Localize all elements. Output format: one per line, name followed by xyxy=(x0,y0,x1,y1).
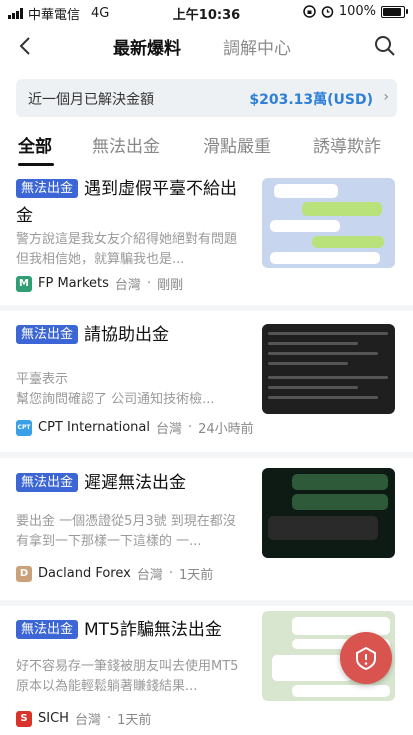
broker-logo-icon: CPT xyxy=(16,419,32,436)
card-divider xyxy=(0,600,413,606)
post-thumbnail[interactable] xyxy=(262,324,395,414)
battery-icon xyxy=(381,5,408,18)
search-icon[interactable] xyxy=(373,34,397,58)
post-description: 好不容易存一筆錢被朋友叫去使用MT5原本以為能輕鬆躺著賺錢結果... xyxy=(16,659,239,694)
post-title: 無法出金 請協助出金 xyxy=(16,322,248,349)
tab-mediation-center[interactable]: 調解中心 xyxy=(223,34,291,59)
nav-bar: 最新爆料 調解中心 xyxy=(0,28,413,64)
resolved-amount-banner[interactable]: 近一個月已解決金額 $203.13萬(USD) › xyxy=(16,79,397,117)
category-tabs: 全部 無法出金 滑點嚴重 誘導欺詐 xyxy=(0,126,413,166)
post-description: 平臺表示 幫您詢問確認了 公司通知技術檢... xyxy=(16,372,215,407)
post-tag: 無法出金 xyxy=(16,620,79,639)
card-divider xyxy=(0,305,413,311)
report-float-button[interactable] xyxy=(340,632,392,684)
status-bar: 中華電信 4G 上午10:36 100% xyxy=(0,0,413,24)
tab-cannot-withdraw[interactable]: 無法出金 xyxy=(92,132,160,157)
active-tab-indicator xyxy=(18,163,54,166)
resolved-amount-value: $203.13萬(USD) xyxy=(249,92,373,108)
post-card[interactable]: 無法出金 遲遲無法出金 要出金 一個憑證從5月3號 到現在都沒有拿到一下那樣一下這… xyxy=(0,468,413,595)
post-broker[interactable]: D Dacland Forex 台灣 · 1天前 xyxy=(16,564,213,583)
post-title: 無法出金 遲遲無法出金 xyxy=(16,470,248,497)
alarm-icon xyxy=(321,6,334,18)
post-tag: 無法出金 xyxy=(16,473,79,492)
post-broker[interactable]: M FP Markets 台灣 · 剛剛 xyxy=(16,274,183,293)
broker-logo-icon: D xyxy=(16,565,32,582)
battery-percent: 100% xyxy=(338,4,376,19)
status-right: 100% xyxy=(303,4,408,19)
card-divider xyxy=(0,452,413,458)
post-thumbnail[interactable] xyxy=(262,178,395,268)
tab-all[interactable]: 全部 xyxy=(18,132,52,157)
post-tag: 無法出金 xyxy=(16,325,79,344)
orientation-lock-icon xyxy=(303,5,316,18)
broker-logo-icon: M xyxy=(16,275,32,292)
post-card[interactable]: 無法出金 遇到虛假平臺不給出金 警方說這是我女友介紹得她絕對有問題但我相信她，就算… xyxy=(0,176,413,301)
post-broker[interactable]: CPT CPT International 台灣 · 24小時前 xyxy=(16,418,254,437)
post-description: 警方說這是我女友介紹得她絕對有問題但我相信她，就算騙我也是... xyxy=(16,232,238,267)
broker-logo-icon: S xyxy=(16,710,32,727)
post-card[interactable]: 無法出金 請協助出金 平臺表示 幫您詢問確認了 公司通知技術檢... CPT CP… xyxy=(0,322,413,447)
post-broker[interactable]: S SICH 台灣 · 1天前 xyxy=(16,709,151,728)
tab-latest-reports[interactable]: 最新爆料 xyxy=(113,34,181,59)
back-arrow-icon[interactable] xyxy=(14,34,38,58)
post-title: 無法出金 MT5詐騙無法出金 xyxy=(16,617,248,644)
post-title: 無法出金 遇到虛假平臺不給出金 xyxy=(16,179,238,226)
complaint-icon xyxy=(356,646,376,671)
post-tag: 無法出金 xyxy=(16,179,79,198)
tab-severe-slippage[interactable]: 滑點嚴重 xyxy=(203,132,271,157)
chevron-right-icon: › xyxy=(383,89,389,105)
post-description: 要出金 一個憑證從5月3號 到現在都沒有拿到一下那樣一下這樣的 一... xyxy=(16,514,236,549)
tab-induced-fraud[interactable]: 誘導欺詐 xyxy=(313,132,381,157)
resolved-amount-label: 近一個月已解決金額 xyxy=(28,92,154,108)
post-thumbnail[interactable] xyxy=(262,468,395,558)
